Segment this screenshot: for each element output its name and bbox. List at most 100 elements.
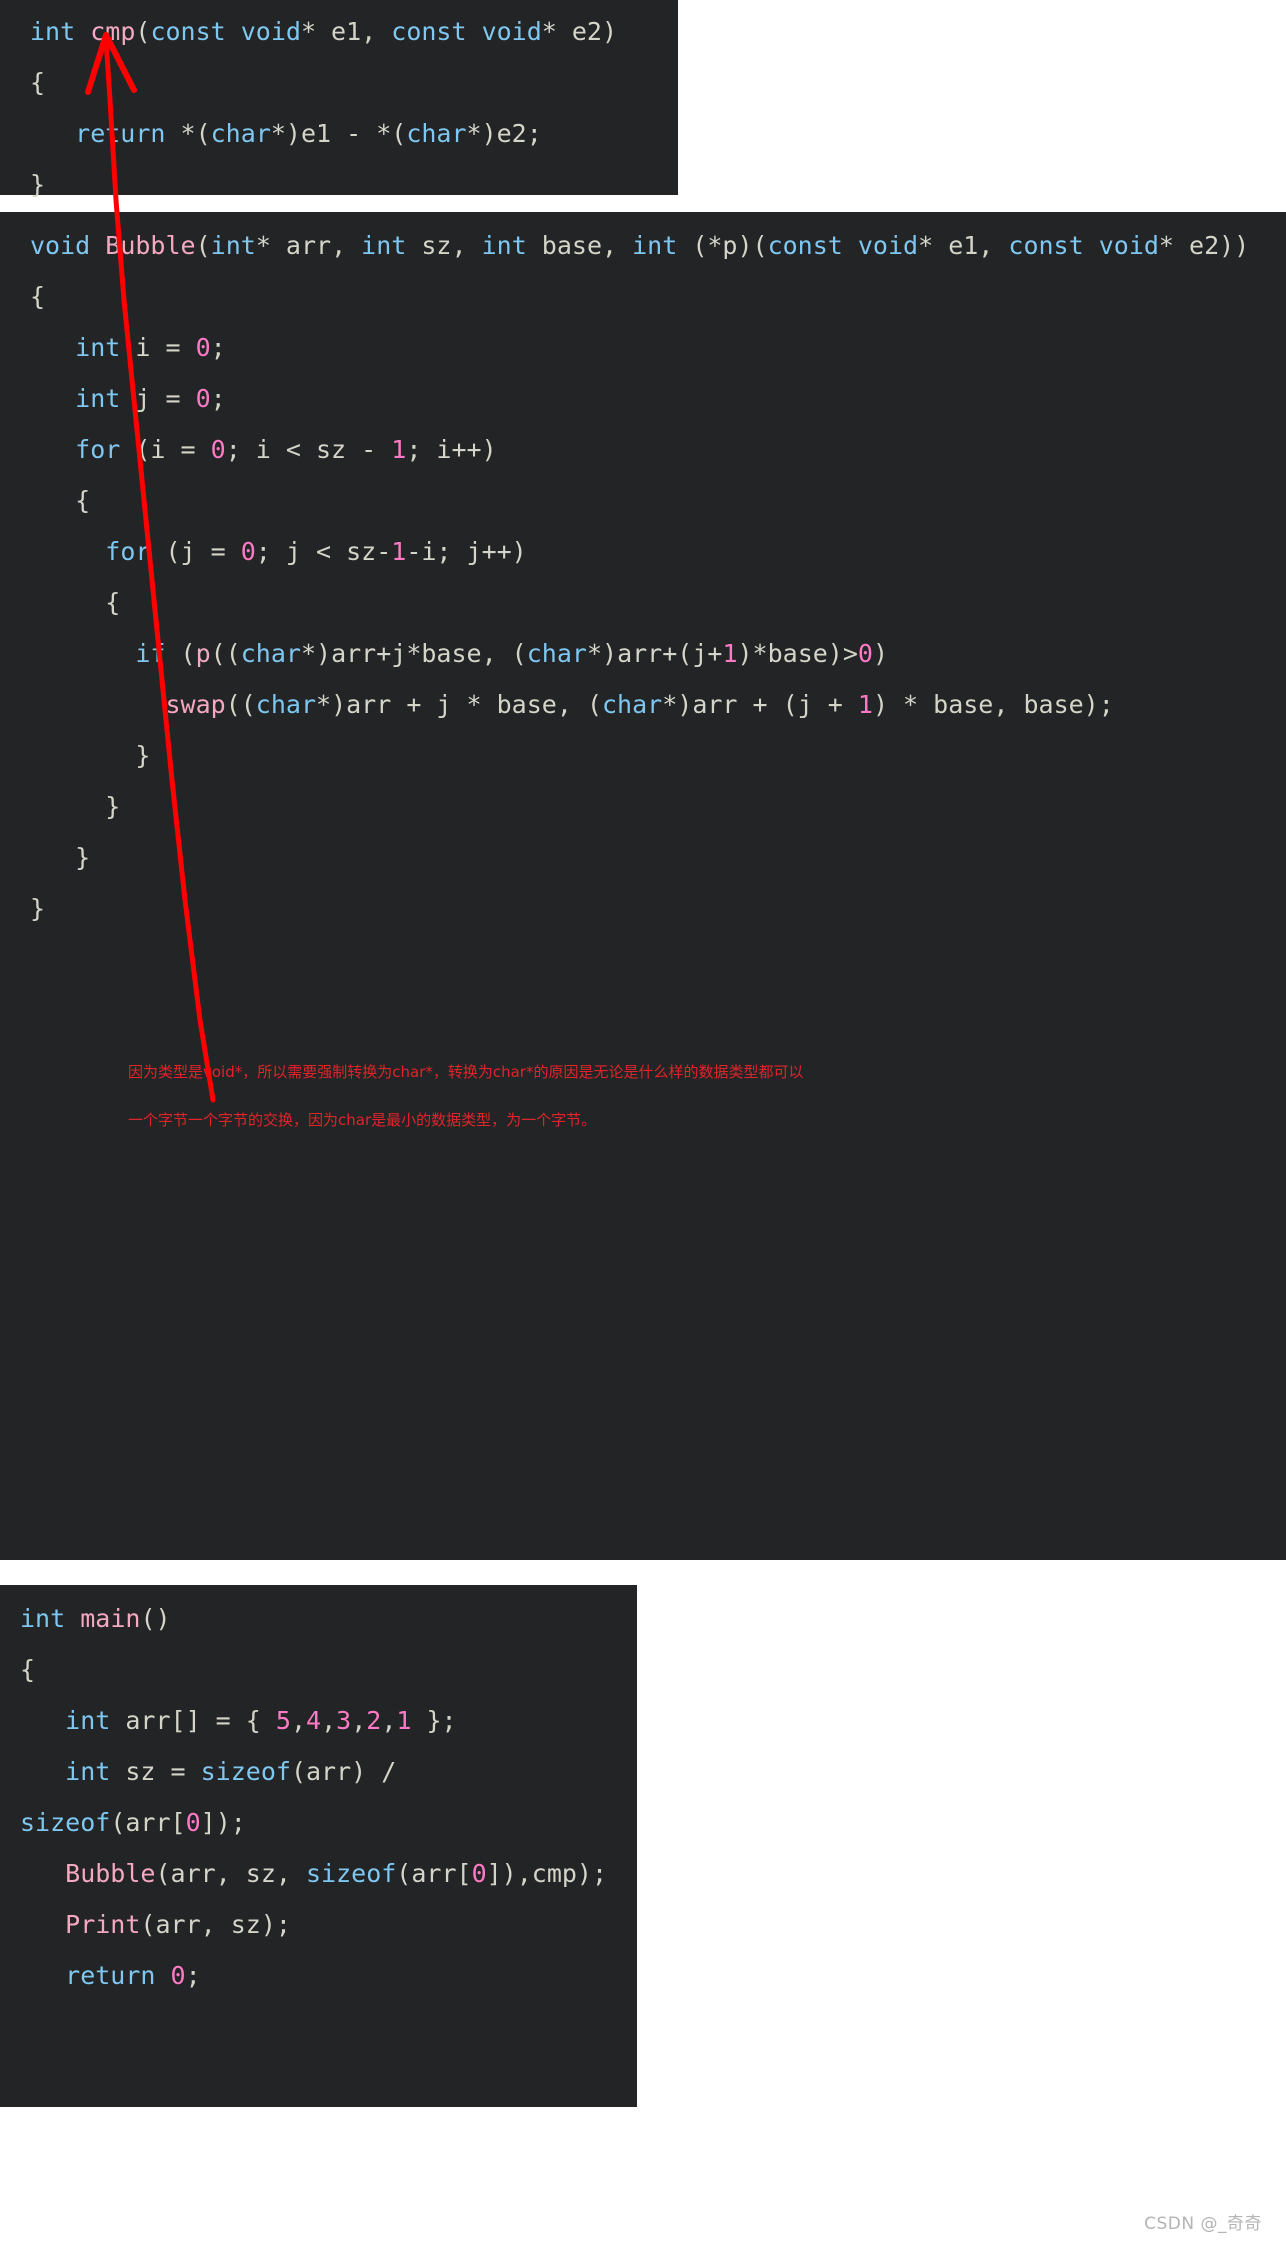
code-token: char xyxy=(210,119,271,148)
code-token: (arr, sz, xyxy=(155,1859,306,1888)
red-chinese-annotation: 因为类型是void*，所以需要强制转换为char*，转换为char*的原因是无论… xyxy=(128,1036,1108,1132)
code-token: return xyxy=(65,1961,156,1990)
code-line: } xyxy=(30,781,1286,832)
code-line: swap((char*)arr + j * base, (char*)arr +… xyxy=(30,679,1286,730)
code-token: ; xyxy=(210,333,226,362)
code-token: const void xyxy=(150,17,301,46)
code-token: (i = xyxy=(120,435,211,464)
annotation-line-2: 一个字节一个字节的交换，因为char是最小的数据类型，为一个字节。 xyxy=(128,1111,597,1129)
code-token: * e2) xyxy=(541,17,618,46)
code-token: j = xyxy=(120,384,196,413)
code-token: for xyxy=(75,435,121,464)
code-token: } xyxy=(30,894,46,923)
code-line: Print(arr, sz); xyxy=(20,1899,637,1950)
code-token: 1 xyxy=(396,1706,412,1735)
code-token: 0 xyxy=(195,384,211,413)
code-token: (arr[ xyxy=(110,1808,186,1837)
code-token: { xyxy=(20,1655,36,1684)
code-token: int xyxy=(20,1604,66,1633)
code-line: } xyxy=(30,159,678,210)
code-token: if xyxy=(135,639,166,668)
code-token: , xyxy=(321,1706,337,1735)
code-token: char xyxy=(526,639,587,668)
code-token: (( xyxy=(210,639,241,668)
code-token: ( xyxy=(195,231,211,260)
code-token: *)arr + (j + xyxy=(662,690,858,719)
code-token: void xyxy=(30,231,91,260)
code-token: 1 xyxy=(391,537,407,566)
code-token: int xyxy=(30,17,91,46)
code-line: Bubble(arr, sz, sizeof(arr[0]),cmp); xyxy=(20,1848,637,1899)
code-token: int xyxy=(210,231,256,260)
code-token: sz = xyxy=(110,1757,201,1786)
code-token: }; xyxy=(411,1706,457,1735)
code-token: sizeof xyxy=(20,1808,111,1837)
code-token: 0 xyxy=(471,1859,487,1888)
code-line: } xyxy=(30,832,1286,883)
code-line: { xyxy=(30,577,1286,628)
code-token: i = xyxy=(120,333,196,362)
code-token: int xyxy=(632,231,678,260)
code-token: * e1, xyxy=(918,231,1009,260)
code-token: int xyxy=(65,1706,111,1735)
code-token: base, xyxy=(526,231,633,260)
code-token: arr[] = { xyxy=(110,1706,276,1735)
code-token: ; i++) xyxy=(406,435,497,464)
code-token: *)arr+j*base, ( xyxy=(300,639,527,668)
code-line: return 0; xyxy=(20,1950,637,2001)
code-token: ( xyxy=(165,639,196,668)
code-token: 0 xyxy=(195,333,211,362)
code-line: for (j = 0; j < sz-1-i; j++) xyxy=(30,526,1286,577)
code-token: (j = xyxy=(150,537,241,566)
code-token: ; i < sz - xyxy=(225,435,392,464)
code-token: { xyxy=(30,486,91,515)
code-token: ) * base, base); xyxy=(872,690,1114,719)
code-token: (( xyxy=(225,690,256,719)
code-token: (*p)( xyxy=(677,231,768,260)
bubble-function-code-block: void Bubble(int* arr, int sz, int base, … xyxy=(0,212,1286,1560)
code-token: 0 xyxy=(170,1961,186,1990)
code-line: { xyxy=(30,57,678,108)
code-line: int cmp(const void* e1, const void* e2) xyxy=(30,6,678,57)
code-token: int xyxy=(75,384,121,413)
code-token: *)arr+(j+ xyxy=(586,639,723,668)
annotation-line-1: 因为类型是void*，所以需要强制转换为char*，转换为char*的原因是无论… xyxy=(128,1063,804,1081)
code-token: } xyxy=(30,843,91,872)
code-token: p xyxy=(195,639,211,668)
code-token: 0 xyxy=(210,435,226,464)
code-token: (arr, sz); xyxy=(140,1910,291,1939)
code-line: return *(char*)e1 - *(char*)e2; xyxy=(30,108,678,159)
code-token: ; j < sz- xyxy=(255,537,392,566)
code-token: ]); xyxy=(200,1808,246,1837)
code-line: void Bubble(int* arr, int sz, int base, … xyxy=(30,220,1286,271)
code-token: int xyxy=(361,231,407,260)
main-function-code-block: int main(){ int arr[] = { 5,4,3,2,1 }; i… xyxy=(0,1585,637,2107)
code-token: return xyxy=(75,119,166,148)
code-token: const void xyxy=(767,231,919,260)
code-line: if (p((char*)arr+j*base, (char*)arr+(j+1… xyxy=(30,628,1286,679)
code-line: } xyxy=(30,730,1286,781)
code-token: { xyxy=(30,282,46,311)
code-token: 0 xyxy=(185,1808,201,1837)
code-token: (arr) / xyxy=(290,1757,412,1786)
code-token: *( xyxy=(165,119,211,148)
code-token: sz, xyxy=(406,231,482,260)
code-token: for xyxy=(105,537,151,566)
code-token: int xyxy=(481,231,527,260)
code-token: * e1, xyxy=(300,17,392,46)
code-token: -i; j++) xyxy=(406,537,527,566)
code-token: } xyxy=(30,741,151,770)
code-token: char xyxy=(602,690,663,719)
